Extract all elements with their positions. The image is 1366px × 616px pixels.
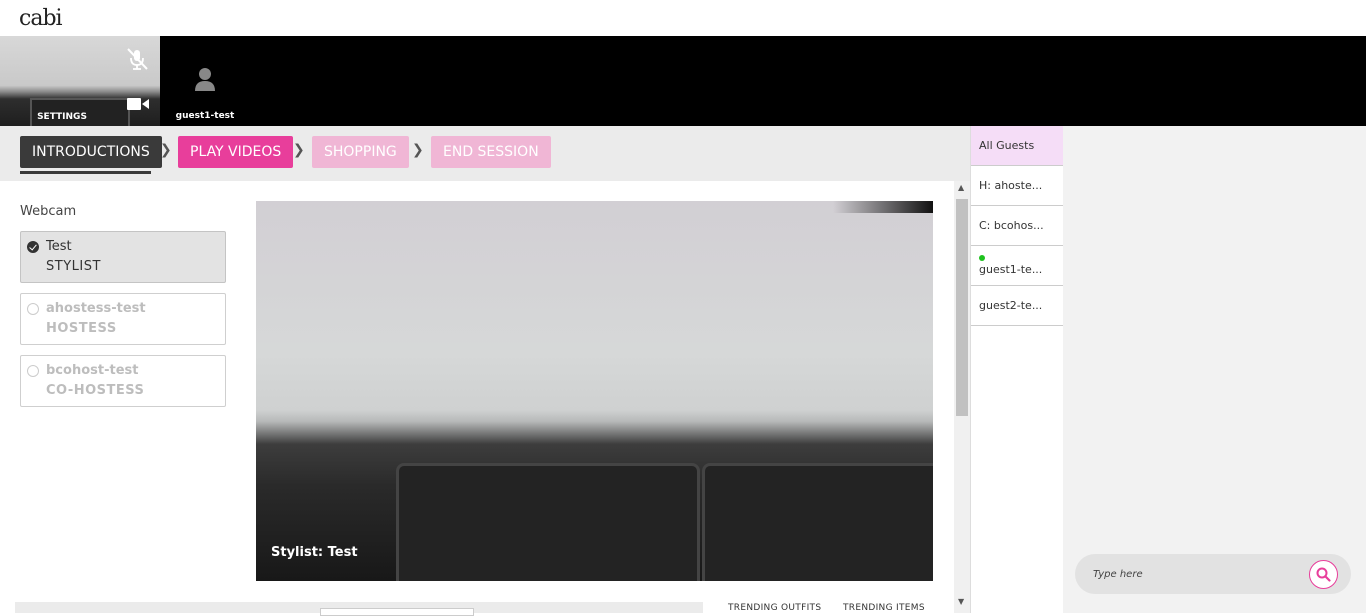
radio-unchecked-icon[interactable] <box>27 365 39 377</box>
chat-panel <box>1063 126 1366 613</box>
guest-list: All Guests H: ahoste... C: bcohos... gue… <box>970 126 1064 613</box>
scroll-up-arrow-icon[interactable]: ▲ <box>958 183 964 192</box>
main-video-feed: Stylist: Test <box>256 201 933 581</box>
participant-role: STYLIST <box>46 259 101 274</box>
chat-search-button[interactable] <box>1309 560 1338 589</box>
chevron-right-icon: ❯ <box>293 142 305 158</box>
participant-name: bcohost-test <box>46 363 139 378</box>
video-shadow <box>833 201 933 213</box>
participant-option-stylist[interactable]: Test STYLIST <box>20 231 226 283</box>
participant-option-cohostess[interactable]: bcohost-test CO-HOSTESS <box>20 355 226 407</box>
mic-muted-icon[interactable] <box>124 46 150 72</box>
session-steps-bar: INTRODUCTIONS ❯ PLAY VIDEOS ❯ SHOPPING ❯… <box>0 126 970 181</box>
chat-message-input[interactable] <box>1093 566 1303 582</box>
step-play-videos-button[interactable]: PLAY VIDEOS <box>178 136 294 168</box>
guest-video-tile[interactable]: guest1-test <box>170 36 240 126</box>
guest-name-label: guest1-test <box>175 111 235 121</box>
radio-checked-icon[interactable] <box>27 241 39 253</box>
online-status-icon <box>979 255 985 261</box>
guest-item-guest1[interactable]: guest1-te... <box>971 246 1064 286</box>
video-camera-icon[interactable] <box>126 96 150 112</box>
trending-outfits-tab[interactable]: TRENDING OUTFITS <box>728 603 821 613</box>
participant-option-hostess[interactable]: ahostess-test HOSTESS <box>20 293 226 345</box>
trending-items-tab[interactable]: TRENDING ITEMS <box>843 603 925 613</box>
participant-role: CO-HOSTESS <box>46 383 145 398</box>
guest-item-guest2[interactable]: guest2-te... <box>971 286 1064 326</box>
bottom-panel <box>15 602 703 616</box>
step-end-session-button[interactable]: END SESSION <box>431 136 551 168</box>
step-shopping-button[interactable]: SHOPPING <box>312 136 409 168</box>
step-introductions-button[interactable]: INTRODUCTIONS <box>20 136 162 168</box>
guest-item-label: guest1-te... <box>979 263 1043 276</box>
participant-name: ahostess-test <box>46 301 146 316</box>
chat-input-container <box>1075 554 1351 594</box>
guest-item-all[interactable]: All Guests <box>971 126 1064 166</box>
scroll-down-arrow-icon[interactable]: ▼ <box>958 597 964 606</box>
chevron-right-icon: ❯ <box>160 142 172 158</box>
participant-name: Test <box>46 239 72 254</box>
vertical-scrollbar[interactable]: ▲ ▼ <box>954 181 970 613</box>
participant-role: HOSTESS <box>46 321 117 336</box>
user-avatar-icon <box>192 66 218 92</box>
webcam-heading: Webcam <box>20 204 77 219</box>
video-caption: Stylist: Test <box>271 545 358 560</box>
guest-item-cohostess[interactable]: C: bcohos... <box>971 206 1064 246</box>
guest-item-hostess[interactable]: H: ahoste... <box>971 166 1064 206</box>
active-step-underline <box>20 171 151 174</box>
chevron-right-icon: ❯ <box>412 142 424 158</box>
self-camera-tile[interactable]: SETTINGS <box>0 36 160 126</box>
video-detail <box>396 463 700 581</box>
search-icon <box>1316 567 1331 582</box>
bottom-panel-box[interactable] <box>320 608 474 616</box>
cabi-logo: cabi <box>19 6 63 31</box>
scroll-thumb[interactable] <box>956 199 968 416</box>
radio-unchecked-icon[interactable] <box>27 303 39 315</box>
video-detail <box>702 463 933 581</box>
settings-label[interactable]: SETTINGS <box>0 112 124 122</box>
